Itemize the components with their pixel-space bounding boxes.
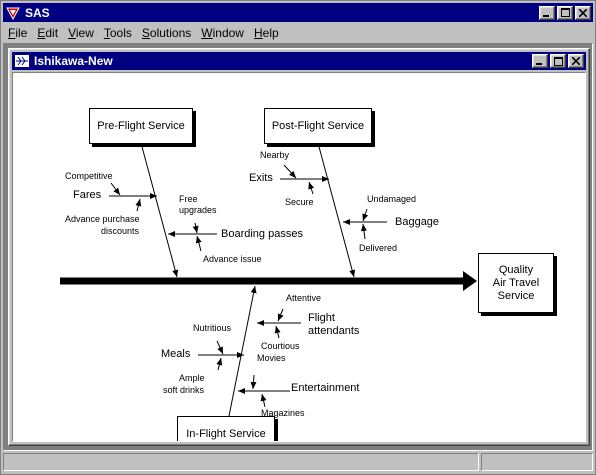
menu-bar: File Edit View Tools Solutions Window He… [3, 23, 593, 42]
category-label-in-flight: In-Flight Service [186, 428, 266, 440]
bone-ample [216, 357, 223, 371]
label-advance-issue: Advance issue [203, 254, 262, 264]
category-label-post-flight: Post-Flight Service [271, 120, 365, 132]
maximize-icon [553, 56, 563, 66]
label-attentive: Attentive [286, 293, 322, 303]
label-ample: Ample [179, 373, 205, 383]
mdi-workspace: Ishikawa-New Pre-Flight Service Post-Fli… [3, 43, 593, 451]
label-magazines: Magazines [261, 408, 305, 418]
label-boarding-passes: Boarding passes [221, 228, 303, 240]
status-bar [3, 453, 593, 473]
ishikawa-diagram-canvas[interactable]: Pre-Flight Service Post-Flight Service I… [12, 72, 586, 442]
bone-advance-purchase [135, 198, 142, 212]
status-panel-main [3, 453, 479, 471]
label-baggage: Baggage [395, 216, 440, 228]
bone-nutritious [216, 340, 224, 355]
bone-free-upgrades [192, 222, 199, 234]
menu-edit[interactable]: Edit [32, 26, 63, 40]
bone-undamaged [362, 208, 369, 222]
sas-application-window: SAS File Edit View Tools Solutions Windo… [0, 0, 596, 475]
sas-icon[interactable] [5, 5, 21, 21]
category-box-pre-flight[interactable]: Pre-Flight Service [89, 108, 193, 144]
close-icon [579, 8, 587, 17]
maximize-icon [560, 8, 570, 17]
category-label-pre-flight: Pre-Flight Service [97, 120, 185, 132]
menu-solutions[interactable]: Solutions [137, 26, 196, 40]
minimize-icon [536, 63, 542, 65]
maximize-button[interactable] [557, 5, 573, 20]
app-title-bar[interactable]: SAS [3, 3, 593, 22]
label-nutritious: Nutritious [193, 323, 232, 333]
bone-delivered [360, 223, 367, 240]
label-undamaged: Undamaged [367, 194, 417, 204]
bone-post-flight [317, 142, 356, 278]
bone-magazines [260, 393, 267, 408]
label-competitive: Competitive [65, 171, 113, 181]
ishikawa-document-window[interactable]: Ishikawa-New Pre-Flight Service Post-Fli… [8, 48, 590, 446]
bone-movies [250, 374, 257, 390]
menu-help[interactable]: Help [249, 26, 284, 40]
menu-file[interactable]: File [3, 26, 32, 40]
label-attendants: attendants [308, 325, 360, 337]
bone-attentive [277, 308, 284, 322]
doc-minimize-button[interactable] [532, 54, 548, 68]
effect-line-1: Quality [498, 263, 534, 276]
label-advance-purchase: Advance purchase [65, 214, 140, 224]
document-title-bar[interactable]: Ishikawa-New [12, 52, 586, 70]
doc-maximize-button[interactable] [550, 54, 566, 68]
bone-advance-issue [195, 235, 202, 252]
label-delivered: Delivered [359, 243, 398, 253]
label-fares: Fares [73, 189, 102, 201]
bone-in-flight [228, 285, 257, 417]
ishikawa-diagram-icon[interactable] [14, 54, 30, 68]
label-upgrades: upgrades [179, 205, 217, 215]
label-courtious: Courtious [261, 341, 300, 351]
bone-secure [308, 181, 315, 195]
label-entertainment: Entertainment [291, 382, 360, 394]
label-meals: Meals [161, 348, 191, 360]
bone-pre-flight [140, 142, 179, 278]
close-button[interactable] [575, 5, 591, 20]
label-discounts: discounts [101, 226, 140, 236]
label-flight: Flight [308, 312, 335, 324]
category-box-post-flight[interactable]: Post-Flight Service [264, 108, 372, 144]
menu-window[interactable]: Window [196, 26, 249, 40]
label-free: Free [179, 194, 198, 204]
label-secure: Secure [285, 197, 314, 207]
minimize-button[interactable] [539, 5, 555, 20]
category-box-in-flight[interactable]: In-Flight Service [177, 416, 275, 441]
document-title: Ishikawa-New [34, 54, 113, 68]
label-nearby: Nearby [260, 150, 290, 160]
effect-line-3: Service [497, 289, 535, 302]
menu-view[interactable]: View [63, 26, 99, 40]
bone-nearby [283, 164, 297, 179]
close-icon [572, 57, 580, 65]
label-movies: Movies [257, 353, 286, 363]
spine-arrowhead [463, 271, 477, 291]
label-soft-drinks: soft drinks [163, 385, 205, 395]
effect-line-2: Air Travel [492, 276, 540, 289]
effect-box-quality-service[interactable]: Quality Air Travel Service [478, 253, 554, 313]
menu-tools[interactable]: Tools [99, 26, 137, 40]
app-title: SAS [25, 5, 50, 20]
bone-competitive [110, 182, 121, 196]
label-exits: Exits [249, 172, 273, 184]
doc-close-button[interactable] [568, 54, 584, 68]
bone-courtious [274, 325, 281, 339]
minimize-icon [543, 14, 549, 17]
status-panel-secondary [481, 453, 593, 471]
